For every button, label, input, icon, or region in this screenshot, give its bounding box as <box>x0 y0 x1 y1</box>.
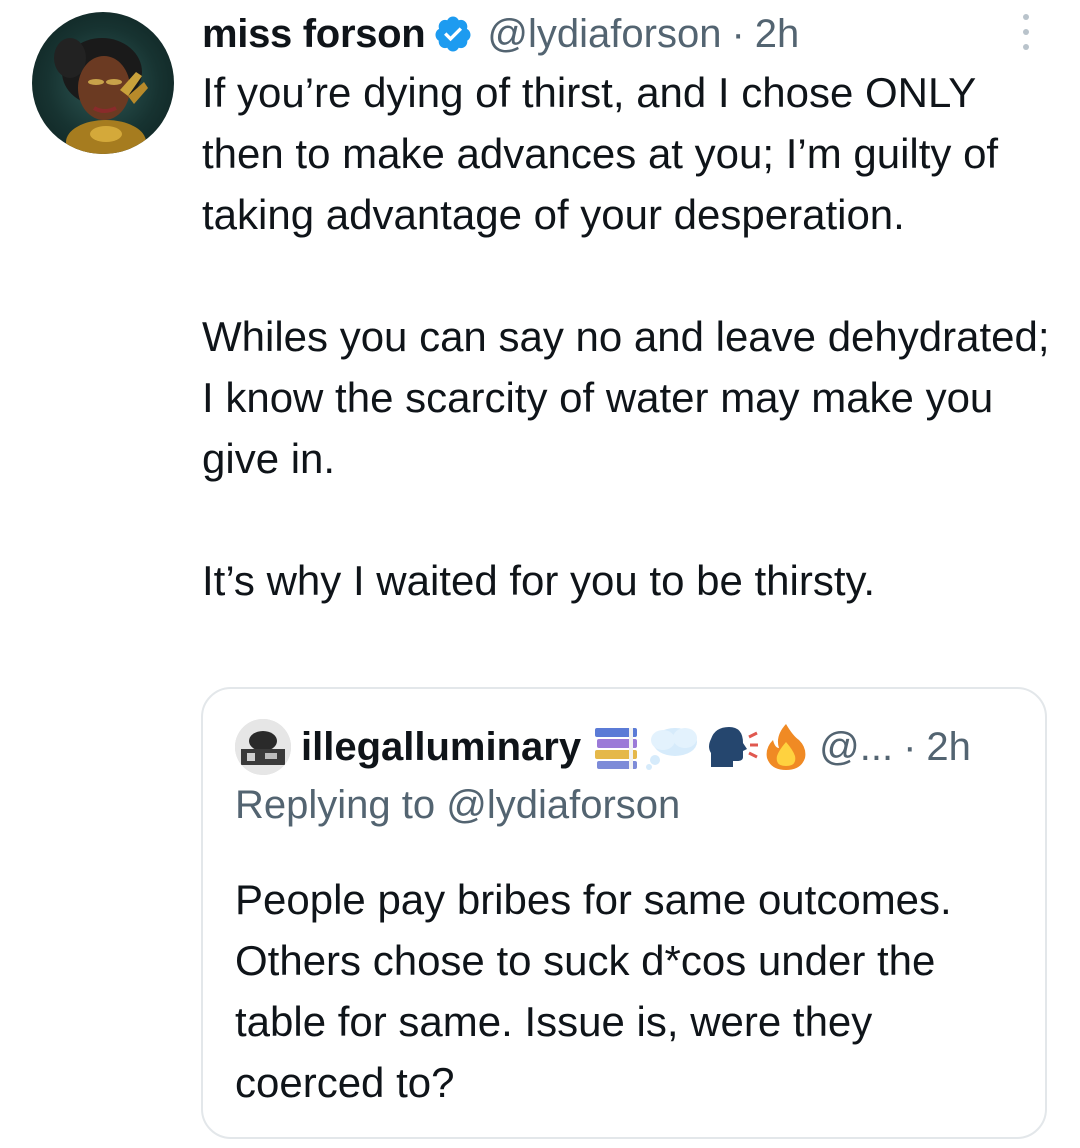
quoted-tweet-text: People pay bribes for same outcomes. Oth… <box>235 876 952 1106</box>
separator-dot: · <box>731 11 745 56</box>
verified-badge-icon <box>433 14 473 54</box>
quoted-author-display-name[interactable]: illegalluminary <box>301 725 581 770</box>
quoted-author-avatar <box>235 719 291 775</box>
replying-to-label: Replying to @lydiaforson <box>235 783 681 827</box>
quoted-tweet-timestamp[interactable]: 2h <box>926 725 971 770</box>
quoted-tweet-card[interactable]: illegalluminary @... · 2h Replying to @l… <box>201 687 1047 1139</box>
quoted-author-handle[interactable]: @... <box>819 725 893 770</box>
fire-icon <box>766 724 806 770</box>
tweet-paragraph: It’s why I waited for you to be thirsty. <box>202 557 876 604</box>
name-emojis <box>591 722 809 772</box>
author-handle[interactable]: @lydiaforson <box>487 12 721 57</box>
author-display-name[interactable]: miss forson <box>202 12 426 57</box>
thought-balloon-icon <box>646 728 698 770</box>
tweet-paragraph: Whiles you can say no and leave dehydrat… <box>202 313 1050 482</box>
quoted-tweet-header: illegalluminary @... · 2h <box>235 719 971 775</box>
more-vertical-icon[interactable] <box>1012 14 1040 50</box>
books-icon <box>595 728 638 769</box>
speaking-head-icon <box>709 727 759 767</box>
separator-dot: · <box>903 724 917 769</box>
avatar-portrait <box>54 38 148 154</box>
tweet-header: miss forson @lydiaforson · 2h <box>202 10 799 58</box>
tweet-timestamp[interactable]: 2h <box>755 12 800 57</box>
author-avatar[interactable] <box>32 12 174 154</box>
tweet-text: If you’re dying of thirst, and I chose O… <box>202 62 1062 611</box>
tweet-paragraph: If you’re dying of thirst, and I chose O… <box>202 69 999 238</box>
